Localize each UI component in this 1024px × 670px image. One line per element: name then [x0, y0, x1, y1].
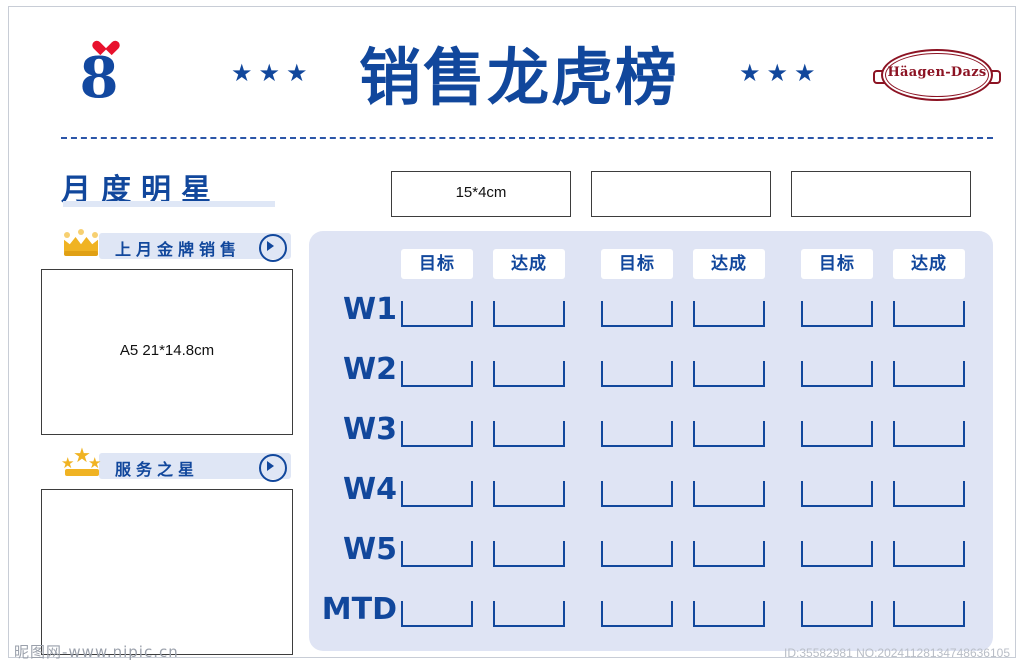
spec-box-text: 15*4cm — [455, 184, 507, 201]
section-label: 服务之星 — [115, 460, 200, 479]
row-label-w2: W2 — [343, 352, 397, 387]
cell-w3-c6[interactable] — [893, 421, 965, 447]
monthly-star-underline — [63, 201, 275, 207]
monthly-star-heading: 月度明星 — [61, 165, 291, 209]
cell-w4-c1[interactable] — [401, 481, 473, 507]
cell-w2-c6[interactable] — [893, 361, 965, 387]
cell-w1-c6[interactable] — [893, 301, 965, 327]
row-label-w5: W5 — [343, 532, 397, 567]
cell-mtd-c3[interactable] — [601, 601, 673, 627]
poster-board: 8 ★★★ 销售龙虎榜 ★★★ Häagen-Dazs 月度明星 上月金牌销售 … — [8, 6, 1016, 658]
cell-w3-c1[interactable] — [401, 421, 473, 447]
chevron-right-icon[interactable] — [259, 454, 287, 482]
header-divider — [61, 137, 993, 139]
cell-w3-c3[interactable] — [601, 421, 673, 447]
cell-w5-c1[interactable] — [401, 541, 473, 567]
crown-icon — [61, 229, 101, 259]
three-stars-icon: ★ ★ ★ — [61, 446, 103, 481]
cell-w2-c3[interactable] — [601, 361, 673, 387]
spec-box-3[interactable] — [791, 171, 971, 217]
stars-base — [65, 469, 99, 476]
crown-jewel — [78, 229, 84, 235]
cell-w2-c1[interactable] — [401, 361, 473, 387]
section-header-service-star: ★ ★ ★ 服务之星 — [61, 446, 291, 482]
stars-left: ★★★ — [231, 60, 314, 87]
section-header-gold-seller: 上月金牌销售 — [61, 229, 291, 262]
cell-w2-c2[interactable] — [493, 361, 565, 387]
brand-logo-glyph: 8 — [79, 45, 119, 111]
spec-box-1[interactable]: 15*4cm — [391, 171, 571, 217]
column-header-target-2: 目标 — [601, 249, 673, 279]
cell-w4-c4[interactable] — [693, 481, 765, 507]
crown-jewel — [64, 232, 70, 238]
cell-mtd-c2[interactable] — [493, 601, 565, 627]
brand-logo-icon: 8 — [61, 35, 137, 107]
crown-base — [64, 251, 98, 256]
photo-placeholder-gold-seller[interactable]: A5 21*14.8cm — [41, 269, 293, 435]
row-label-w1: W1 — [343, 292, 397, 327]
cell-w4-c3[interactable] — [601, 481, 673, 507]
column-header-achieved-1: 达成 — [493, 249, 565, 279]
cell-w1-c5[interactable] — [801, 301, 873, 327]
badge-text: Häagen-Dazs — [887, 65, 987, 80]
column-header-target-1: 目标 — [401, 249, 473, 279]
haagen-dazs-badge: Häagen-Dazs — [873, 49, 1001, 101]
cell-w1-c4[interactable] — [693, 301, 765, 327]
cell-w5-c6[interactable] — [893, 541, 965, 567]
weekly-performance-panel: 目标 达成 目标 达成 目标 达成 W1 W2 W3 W4 W5 MTD — [309, 231, 993, 651]
watermark-right: ID:35582981 NO:20241128134748636105 — [784, 646, 1010, 660]
row-label-w4: W4 — [343, 472, 397, 507]
section-label: 上月金牌销售 — [115, 240, 242, 259]
photo-placeholder-service-star[interactable] — [41, 489, 293, 655]
cell-w5-c2[interactable] — [493, 541, 565, 567]
crown-jewel — [92, 232, 98, 238]
cell-w5-c4[interactable] — [693, 541, 765, 567]
row-label-w3: W3 — [343, 412, 397, 447]
watermark-left: 昵图网-www.nipic.cn — [14, 643, 179, 661]
cell-w3-c4[interactable] — [693, 421, 765, 447]
stars-right: ★★★ — [739, 60, 822, 87]
cell-w4-c2[interactable] — [493, 481, 565, 507]
cell-w5-c3[interactable] — [601, 541, 673, 567]
cell-w1-c1[interactable] — [401, 301, 473, 327]
column-header-achieved-2: 达成 — [693, 249, 765, 279]
cell-w2-c5[interactable] — [801, 361, 873, 387]
cell-mtd-c5[interactable] — [801, 601, 873, 627]
cell-mtd-c1[interactable] — [401, 601, 473, 627]
row-label-mtd: MTD — [321, 592, 397, 627]
cell-w3-c5[interactable] — [801, 421, 873, 447]
cell-w1-c2[interactable] — [493, 301, 565, 327]
cell-w4-c6[interactable] — [893, 481, 965, 507]
photo-placeholder-text: A5 21*14.8cm — [119, 342, 215, 359]
spec-box-2[interactable] — [591, 171, 771, 217]
column-header-target-3: 目标 — [801, 249, 873, 279]
cell-w5-c5[interactable] — [801, 541, 873, 567]
cell-w3-c2[interactable] — [493, 421, 565, 447]
cell-mtd-c4[interactable] — [693, 601, 765, 627]
chevron-right-icon[interactable] — [259, 234, 287, 262]
crown-body — [64, 237, 98, 252]
cell-mtd-c6[interactable] — [893, 601, 965, 627]
column-header-achieved-3: 达成 — [893, 249, 965, 279]
cell-w4-c5[interactable] — [801, 481, 873, 507]
page-title: 销售龙虎榜 — [358, 41, 679, 114]
cell-w1-c3[interactable] — [601, 301, 673, 327]
cell-w2-c4[interactable] — [693, 361, 765, 387]
